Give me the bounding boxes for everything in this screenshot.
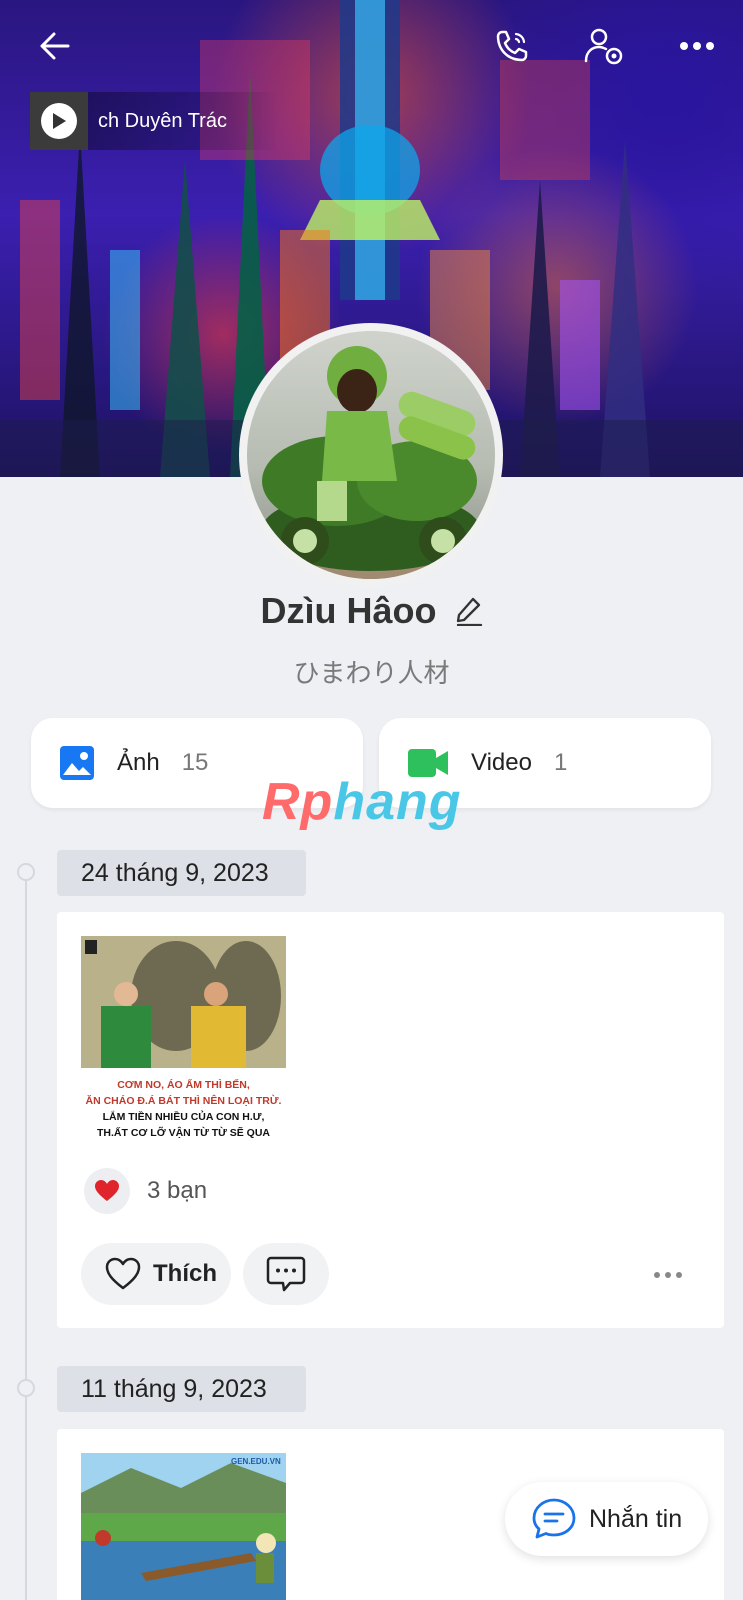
image-icon [60, 746, 94, 780]
message-button[interactable]: Nhắn tin [505, 1482, 708, 1556]
caption-line: CƠM NO, ÁO ẤM THÌ BẾN, [117, 1079, 250, 1091]
caption-line: TH.ẤT CƠ LỠ VẬN TỪ TỪ SẼ QUA [97, 1127, 270, 1139]
music-thumbnail [30, 92, 88, 150]
avatar[interactable] [239, 323, 503, 587]
avatar-image [247, 346, 495, 579]
play-icon [41, 103, 77, 139]
timeline-dot [17, 1379, 35, 1397]
post-image-art [81, 1453, 286, 1600]
photos-count: 15 [181, 749, 209, 776]
profile-settings-button[interactable] [580, 22, 628, 70]
user-settings-icon [584, 28, 623, 65]
reaction-bubble[interactable] [84, 1168, 130, 1214]
profile-name-row: Dzìu Hâoo [0, 590, 743, 632]
post-image[interactable]: CƠM NO, ÁO ẤM THÌ BẾN, ĂN CHÁO Đ.Á BÁT T… [81, 936, 286, 1139]
watermark-logo: Rphang [262, 773, 462, 831]
message-label: Nhắn tin [589, 1504, 683, 1533]
reaction-count[interactable]: 3 bạn [147, 1177, 207, 1205]
timeline-line [25, 872, 27, 1600]
pencil-icon[interactable] [455, 596, 483, 626]
post-date: 11 tháng 9, 2023 [57, 1366, 306, 1412]
caption-line: ĂN CHÁO Đ.Á BÁT THÌ NÊN LOẠI TRỪ. [85, 1095, 282, 1107]
videos-count: 1 [553, 749, 568, 776]
profile-music-chip[interactable]: ch Duyên Trác [30, 92, 280, 150]
profile-name: Dzìu Hâoo [260, 590, 437, 631]
post-image-art [81, 936, 286, 1068]
videos-label: Video [471, 749, 532, 776]
post-more-button[interactable] [654, 1272, 682, 1278]
image-watermark: GEN.EDU.VN [231, 1457, 281, 1466]
comment-icon [266, 1256, 306, 1292]
heart-red-icon [95, 1180, 119, 1201]
like-button[interactable]: Thích [81, 1243, 231, 1305]
call-button[interactable] [488, 22, 536, 70]
timeline-dot [17, 863, 35, 881]
music-title: ch Duyên Trác [98, 109, 227, 132]
caption-line: LẮM TIỀN NHIỀU CỦA CON H.Ư, [102, 1111, 265, 1123]
profile-subtitle: ひまわり人材 [293, 658, 450, 688]
more-options-button[interactable] [673, 22, 721, 70]
post-card[interactable]: CƠM NO, ÁO ẤM THÌ BẾN, ĂN CHÁO Đ.Á BÁT T… [57, 912, 724, 1328]
like-label: Thích [153, 1260, 217, 1287]
chat-bubble-icon [532, 1498, 576, 1539]
photos-label: Ảnh [117, 749, 160, 776]
arrow-left-icon [40, 32, 70, 60]
heart-outline-icon [105, 1257, 141, 1290]
post-image[interactable]: GEN.EDU.VN [81, 1453, 286, 1600]
comment-button[interactable] [243, 1243, 329, 1305]
more-horizontal-icon [680, 42, 714, 50]
back-button[interactable] [30, 22, 78, 70]
post-date: 24 tháng 9, 2023 [57, 850, 306, 896]
phone-icon [496, 30, 528, 62]
